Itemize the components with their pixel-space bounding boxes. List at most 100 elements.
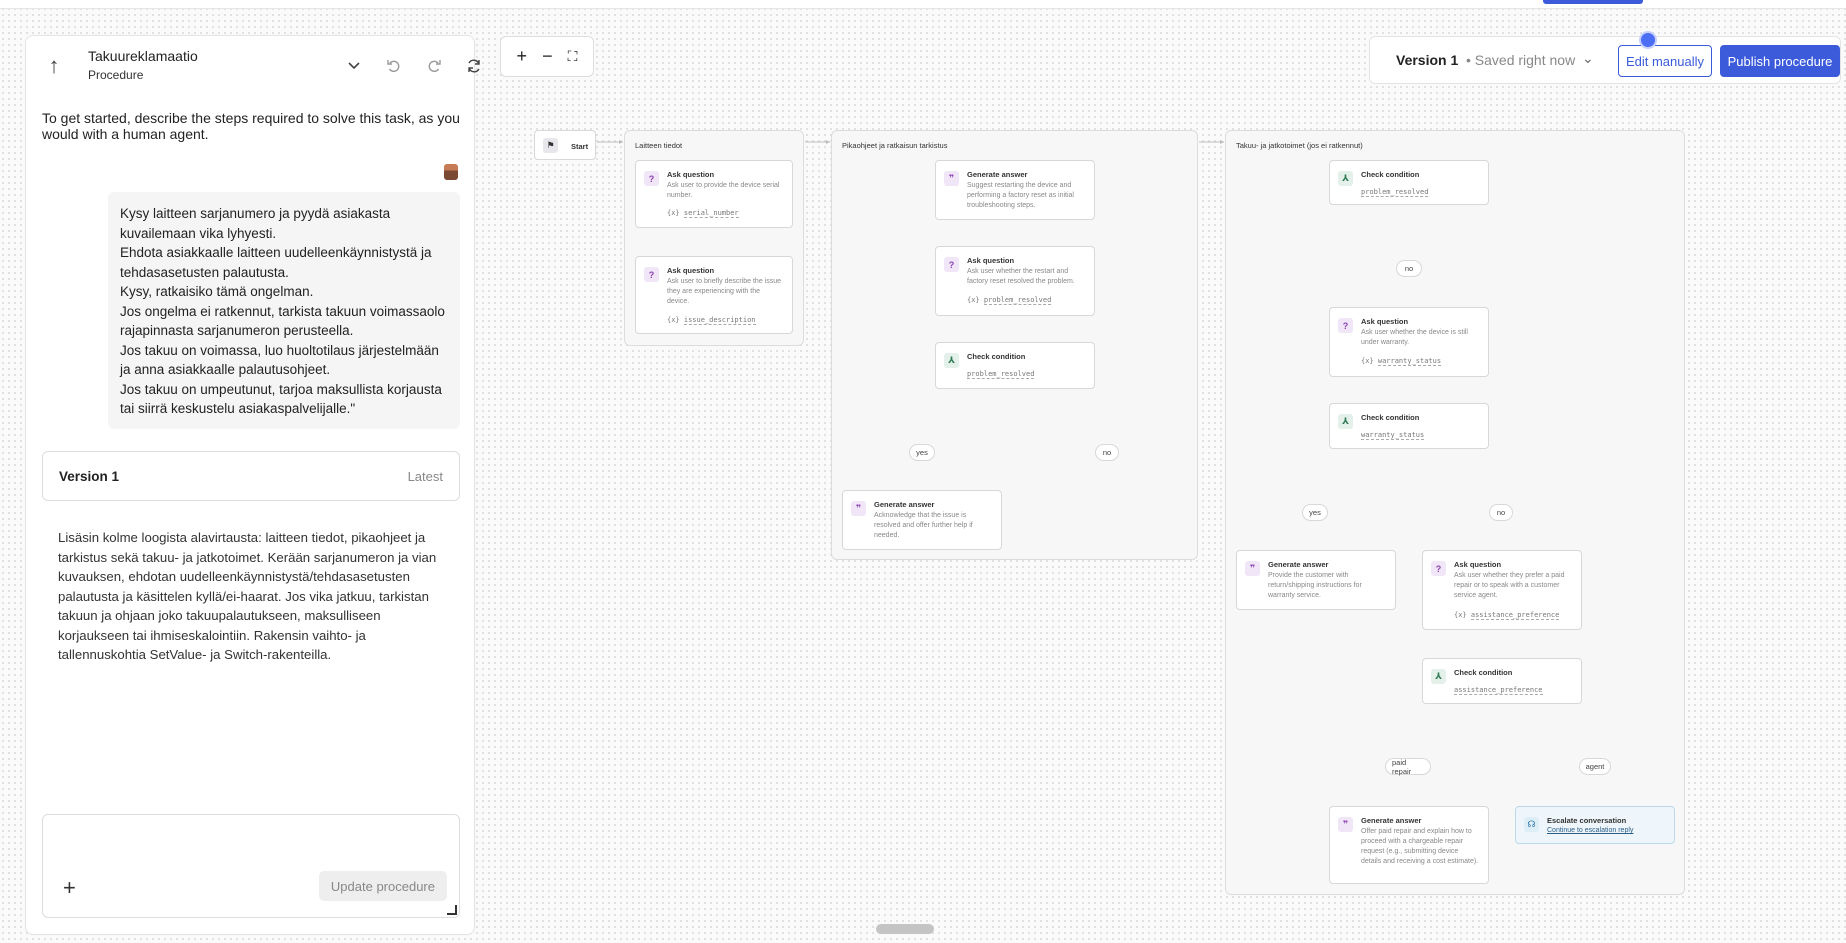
zoom-in-button[interactable]: +	[517, 46, 528, 67]
branch-yes: yes	[1302, 504, 1328, 521]
branch-icon: ⅄	[1338, 171, 1353, 186]
plus-icon[interactable]: +	[63, 875, 76, 901]
node-var: {x} assistance_preference	[1454, 611, 1560, 620]
node-var: problem_resolved	[1361, 188, 1429, 197]
branch-agent: agent	[1579, 758, 1611, 775]
branch-no: no	[1095, 444, 1119, 461]
node-gen-restart[interactable]: ❞ Generate answer Suggest restarting the…	[935, 160, 1095, 220]
refresh-icon[interactable]	[462, 54, 486, 78]
node-desc: Suggest restarting the device and perfor…	[967, 182, 1074, 209]
node-gen-return[interactable]: ❞ Generate answer Provide the customer w…	[1236, 550, 1396, 610]
node-escalate[interactable]: ☊ Escalate conversation Continue to esca…	[1515, 806, 1675, 844]
node-check-resolved-2[interactable]: ⅄ Check condition problem_resolved	[1329, 160, 1489, 205]
start-node[interactable]: ⚑ Start	[534, 130, 596, 160]
avatar	[444, 164, 458, 180]
save-status: • Saved right now	[1466, 52, 1576, 68]
branch-yes: yes	[909, 444, 935, 461]
user-line: Jos takuu on umpeutunut, tarjoa maksulli…	[120, 381, 442, 417]
back-arrow-icon[interactable]: ↑	[40, 52, 68, 80]
node-check-resolved[interactable]: ⅄ Check condition problem_resolved	[935, 342, 1095, 389]
assistant-message: Lisäsin kolme loogista alavirtausta: lai…	[58, 530, 437, 662]
quote-icon: ❞	[1338, 817, 1353, 832]
node-gen-ack[interactable]: ❞ Generate answer Acknowledge that the i…	[842, 490, 1002, 550]
node-title: Check condition	[1361, 170, 1420, 179]
composer[interactable]: + Update procedure	[42, 814, 460, 918]
node-desc: Ask user to briefly describe the issue t…	[667, 278, 781, 305]
chevron-down-icon[interactable]: ⌄	[1582, 50, 1594, 67]
node-var: problem_resolved	[967, 370, 1035, 379]
zoom-out-button[interactable]: −	[542, 46, 553, 67]
branch-icon: ⅄	[944, 353, 959, 368]
user-line: Jos ongelma ei ratkennut, tarkista takuu…	[120, 303, 445, 339]
node-check-preference[interactable]: ⅄ Check condition assistance_preference	[1422, 658, 1582, 704]
version-title: Version 1	[59, 469, 120, 484]
zoom-controls: + − ⛶	[500, 36, 594, 77]
node-var: {x} problem_resolved	[967, 296, 1052, 305]
publish-procedure-button[interactable]: Publish procedure	[1720, 45, 1840, 77]
group-label: Takuu- ja jatkotoimet (jos ei ratkennut)	[1236, 141, 1363, 150]
question-icon: ?	[1431, 561, 1446, 576]
fit-view-button[interactable]: ⛶	[568, 48, 578, 65]
node-ask-warranty[interactable]: ? Ask question Ask user whether the devi…	[1329, 307, 1489, 377]
question-icon: ?	[944, 257, 959, 272]
node-title: Escalate conversation	[1547, 816, 1627, 825]
version-number: Version 1	[1396, 52, 1459, 68]
node-var: {x} serial_number	[667, 209, 739, 218]
node-title: Generate answer	[967, 170, 1028, 179]
group-label: Pikaohjeet ja ratkaisun tarkistus	[842, 141, 948, 150]
node-ask-serial[interactable]: ? Ask question Ask user to provide the d…	[635, 160, 793, 228]
node-ask-preference[interactable]: ? Ask question Ask user whether they pre…	[1422, 550, 1582, 630]
node-desc: Provide the customer with return/shippin…	[1268, 572, 1362, 599]
procedure-subtitle: Procedure	[88, 68, 144, 82]
branch-icon: ⅄	[1338, 414, 1353, 429]
user-message: Kysy laitteen sarjanumero ja pyydä asiak…	[108, 192, 460, 429]
resize-handle[interactable]	[447, 905, 457, 915]
redo-icon[interactable]	[422, 54, 446, 78]
chevron-down-icon[interactable]	[342, 54, 366, 78]
horizontal-scrollbar[interactable]	[876, 924, 934, 934]
escalation-link[interactable]: Continue to escalation reply	[1547, 827, 1633, 834]
node-title: Generate answer	[1361, 816, 1422, 825]
question-icon: ?	[644, 171, 659, 186]
node-desc: Ask user to provide the device serial nu…	[667, 182, 780, 199]
user-line: Kysy laitteen sarjanumero ja pyydä asiak…	[120, 206, 391, 241]
quote-icon: ❞	[1245, 561, 1260, 576]
node-title: Check condition	[967, 352, 1026, 361]
node-var: warranty_status	[1361, 431, 1425, 440]
quote-icon: ❞	[944, 171, 959, 186]
node-title: Ask question	[1454, 560, 1502, 569]
version-bar: Version 1 • Saved right now ⌄ Edit manua…	[1369, 31, 1841, 84]
node-title: Check condition	[1454, 668, 1513, 677]
node-ask-resolved[interactable]: ? Ask question Ask user whether the rest…	[935, 246, 1095, 316]
node-check-warranty[interactable]: ⅄ Check condition warranty_status	[1329, 403, 1489, 449]
node-var: {x} warranty_status	[1361, 357, 1442, 366]
node-title: Generate answer	[874, 500, 935, 509]
node-title: Generate answer	[1268, 560, 1329, 569]
node-ask-issue[interactable]: ? Ask question Ask user to briefly descr…	[635, 256, 793, 334]
node-var: assistance_preference	[1454, 686, 1543, 695]
node-title: Ask question	[667, 170, 715, 179]
node-title: Ask question	[1361, 317, 1409, 326]
node-desc: Ask user whether they prefer a paid repa…	[1454, 572, 1565, 599]
node-desc: Offer paid repair and explain how to pro…	[1361, 828, 1479, 865]
edit-manually-button[interactable]: Edit manually	[1618, 45, 1712, 77]
user-line: Ehdota asiakkaalle laitteen uudelleenkäy…	[120, 245, 432, 280]
group-label: Laitteen tiedot	[635, 141, 683, 150]
start-label: Start	[571, 142, 589, 151]
branch-no: no	[1396, 260, 1422, 277]
node-gen-paid[interactable]: ❞ Generate answer Offer paid repair and …	[1329, 806, 1489, 884]
node-desc: Ask user whether the device is still und…	[1361, 329, 1468, 346]
group-takuu[interactable]: Takuu- ja jatkotoimet (jos ei ratkennut)	[1225, 130, 1685, 895]
node-var: {x} issue_description	[667, 316, 756, 325]
update-procedure-button[interactable]: Update procedure	[318, 871, 447, 901]
node-title: Ask question	[667, 266, 715, 275]
flag-icon: ⚑	[543, 138, 558, 153]
branch-paid-repair: paid repair	[1385, 758, 1431, 776]
branch-no: no	[1489, 504, 1513, 521]
node-title: Check condition	[1361, 413, 1420, 422]
version-card[interactable]: Version 1 Latest	[42, 451, 460, 501]
user-line: Jos takuu on voimassa, luo huoltotilaus …	[120, 342, 439, 378]
chat-panel: ↑ Takuureklamaatio Procedure To get star…	[25, 35, 480, 935]
procedure-title: Takuureklamaatio	[88, 48, 198, 64]
undo-icon[interactable]	[382, 54, 406, 78]
